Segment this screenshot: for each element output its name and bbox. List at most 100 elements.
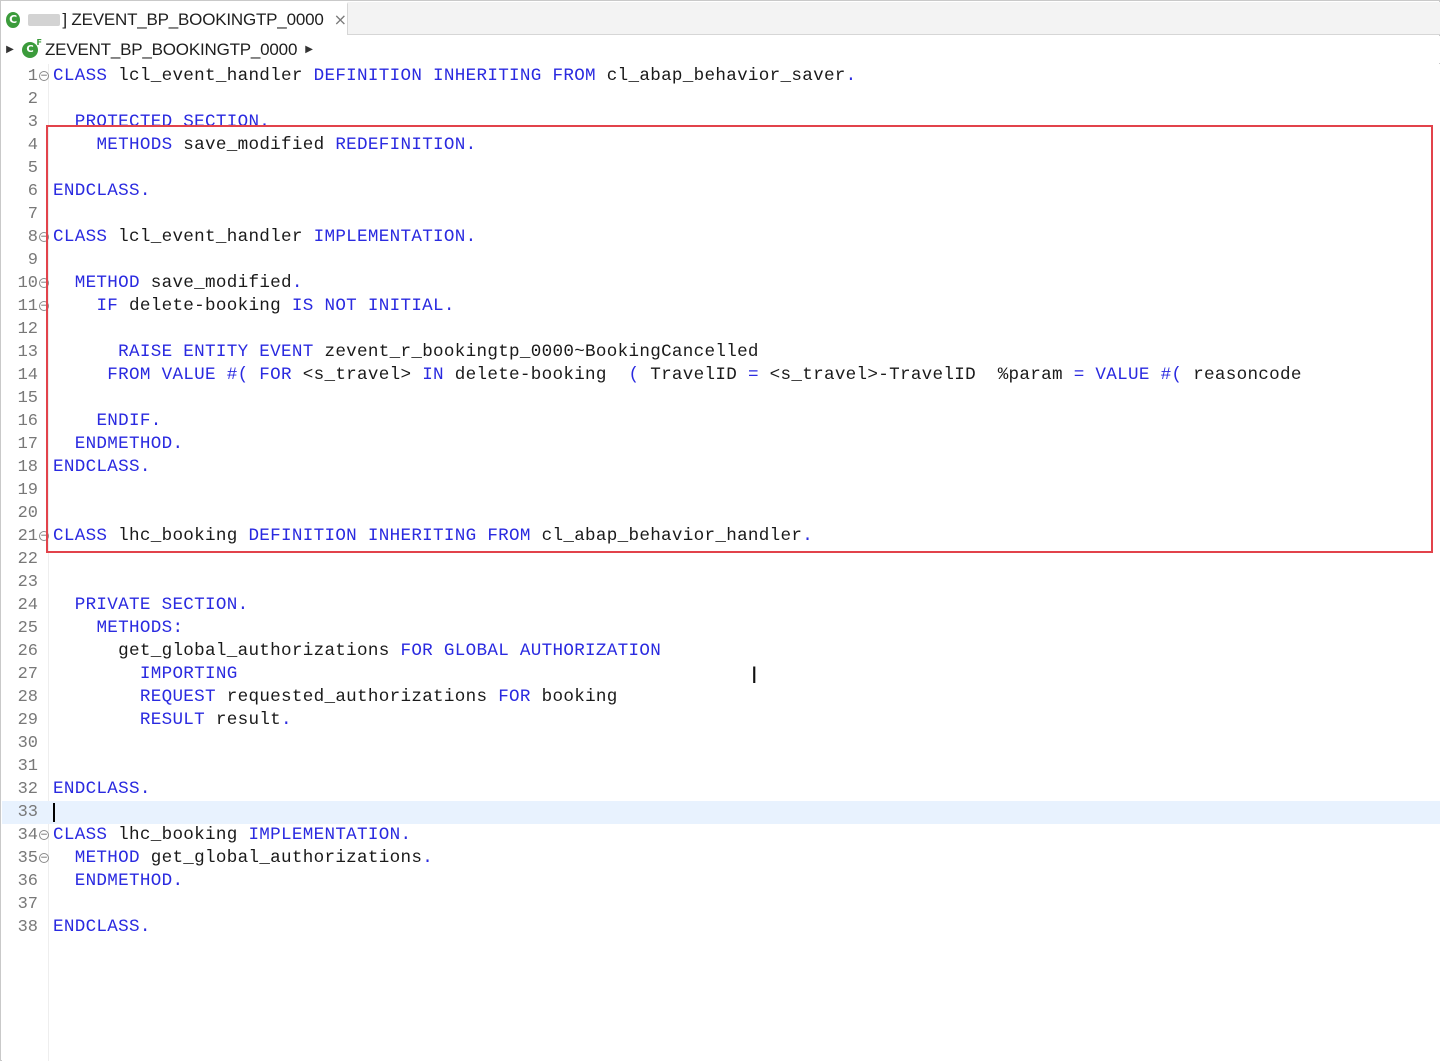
line-number: 4 <box>27 136 38 155</box>
code-line[interactable]: 20 <box>2 502 1440 525</box>
line-number: 30 <box>17 734 38 753</box>
code-keyword: . <box>845 66 857 86</box>
code-line[interactable]: 18 ENDCLASS. <box>2 456 1440 479</box>
code-line[interactable]: 22 <box>2 548 1440 571</box>
fold-collapse-icon[interactable]: − <box>39 278 49 288</box>
editor-tab-bar: C ] ZEVENT_BP_BOOKINGTP_0000 × <box>2 2 1440 35</box>
code-line[interactable]: 11− IF delete-booking IS NOT INITIAL. <box>2 295 1440 318</box>
code-editor[interactable]: 1− CLASS lcl_event_handler DEFINITION INH… <box>2 64 1440 1061</box>
code-keyword: IMPLEMENTATION. <box>313 227 477 247</box>
code-line[interactable]: 33 <box>2 801 1440 824</box>
code-line[interactable]: 31 <box>2 755 1440 778</box>
line-number: 11 <box>17 297 38 316</box>
line-number: 27 <box>17 665 38 684</box>
code-line[interactable]: 28 REQUEST requested_authorizations FOR … <box>2 686 1440 709</box>
code-line[interactable]: 4 METHODS save_modified REDEFINITION. <box>2 134 1440 157</box>
code-line[interactable]: 16 ENDIF. <box>2 410 1440 433</box>
code-line[interactable]: 9 <box>2 249 1440 272</box>
code-line[interactable]: 26 get_global_authorizations FOR GLOBAL … <box>2 640 1440 663</box>
code-line[interactable]: 27 IMPORTING <box>2 663 1440 686</box>
code-text: METHOD get_global_authorizations. <box>53 847 433 870</box>
code-line[interactable]: 19 <box>2 479 1440 502</box>
code-line[interactable]: 15 <box>2 387 1440 410</box>
code-keyword: ENDMETHOD. <box>74 434 184 454</box>
code-keyword: FOR <box>498 687 531 707</box>
fold-collapse-icon[interactable]: − <box>39 71 49 81</box>
code-token: <s_travel>-TravelID %param <box>758 365 1074 385</box>
chevron-right-icon[interactable]: ▶ <box>305 44 313 55</box>
code-line[interactable]: 35− METHOD get_global_authorizations. <box>2 847 1440 870</box>
code-keyword: IMPORTING <box>139 664 238 684</box>
code-keyword: . <box>802 526 814 546</box>
code-line[interactable]: 37 <box>2 893 1440 916</box>
code-token: booking <box>530 687 618 707</box>
code-keyword: ENDMETHOD. <box>74 871 184 891</box>
line-number: 13 <box>17 343 38 362</box>
line-number: 19 <box>17 481 38 500</box>
line-number: 16 <box>17 412 38 431</box>
code-line[interactable]: 21− CLASS lhc_booking DEFINITION INHERITI… <box>2 525 1440 548</box>
code-token: get_global_authorizations <box>53 641 401 661</box>
fold-collapse-icon[interactable]: − <box>39 301 49 311</box>
code-line[interactable]: 14 FROM VALUE #( FOR <s_travel> IN delet… <box>2 364 1440 387</box>
expand-arrow-icon[interactable]: ▶ <box>4 44 16 55</box>
code-line[interactable]: 24 PRIVATE SECTION. <box>2 594 1440 617</box>
code-line[interactable]: 23 <box>2 571 1440 594</box>
code-text: RESULT result. <box>53 709 292 732</box>
breadcrumb-class-name[interactable]: ZEVENT_BP_BOOKINGTP_0000 <box>45 40 297 60</box>
editor-tab-zevent-bp-bookingtp[interactable]: C ] ZEVENT_BP_BOOKINGTP_0000 × <box>2 2 348 35</box>
code-line[interactable]: 2 <box>2 88 1440 111</box>
code-keyword: ENDCLASS. <box>53 917 151 937</box>
fold-collapse-icon[interactable]: − <box>39 853 49 863</box>
code-keyword: CLASS <box>53 66 108 86</box>
code-line[interactable]: 13 RAISE ENTITY EVENT zevent_r_bookingtp… <box>2 341 1440 364</box>
breadcrumb: ▶ C ZEVENT_BP_BOOKINGTP_0000 ▶ <box>2 36 1440 63</box>
code-line[interactable]: 6 ENDCLASS. <box>2 180 1440 203</box>
line-number: 9 <box>27 251 38 270</box>
code-line[interactable]: 3 PROTECTED SECTION. <box>2 111 1440 134</box>
fold-collapse-icon[interactable]: − <box>39 232 49 242</box>
code-keyword: FROM VALUE #( FOR <box>107 365 292 385</box>
code-line[interactable]: 12 <box>2 318 1440 341</box>
close-icon[interactable]: × <box>334 10 347 29</box>
code-line[interactable]: 29 RESULT result. <box>2 709 1440 732</box>
code-line[interactable]: 5 <box>2 157 1440 180</box>
code-keyword: . <box>422 848 434 868</box>
line-number: 31 <box>17 757 38 776</box>
code-keyword: IN <box>422 365 444 385</box>
code-line[interactable]: 30 <box>2 732 1440 755</box>
code-keyword: ENDCLASS. <box>53 457 151 477</box>
code-line[interactable]: 10− METHOD save_modified. <box>2 272 1440 295</box>
code-keyword: PRIVATE SECTION. <box>74 595 249 615</box>
code-line[interactable]: 38 ENDCLASS. <box>2 916 1440 939</box>
line-number: 2 <box>27 90 38 109</box>
redacted-system-label <box>28 13 61 26</box>
class-icon: C <box>6 11 21 28</box>
code-keyword: DEFINITION INHERITING FROM <box>313 66 596 86</box>
code-text: ENDMETHOD. <box>53 870 183 893</box>
line-number: 37 <box>17 895 38 914</box>
code-text: CLASS lcl_event_handler IMPLEMENTATION. <box>53 226 476 249</box>
code-line[interactable]: 25 METHODS: <box>2 617 1440 640</box>
fold-collapse-icon[interactable]: − <box>39 830 49 840</box>
code-line[interactable]: 7 <box>2 203 1440 226</box>
code-keyword: = VALUE #( <box>1073 365 1183 385</box>
code-line[interactable]: 36 ENDMETHOD. <box>2 870 1440 893</box>
fold-collapse-icon[interactable]: − <box>39 531 49 541</box>
code-text: METHODS save_modified REDEFINITION. <box>53 134 476 157</box>
code-keyword: ENDIF. <box>96 411 162 431</box>
code-line[interactable]: 32 ENDCLASS. <box>2 778 1440 801</box>
code-keyword: CLASS <box>53 526 108 546</box>
code-line[interactable]: 1− CLASS lcl_event_handler DEFINITION INH… <box>2 65 1440 88</box>
code-line[interactable]: 8− CLASS lcl_event_handler IMPLEMENTATION… <box>2 226 1440 249</box>
line-number: 20 <box>17 504 38 523</box>
code-line[interactable]: 34− CLASS lhc_booking IMPLEMENTATION. <box>2 824 1440 847</box>
code-line[interactable]: 17 ENDMETHOD. <box>2 433 1440 456</box>
code-keyword: IF <box>96 296 119 316</box>
